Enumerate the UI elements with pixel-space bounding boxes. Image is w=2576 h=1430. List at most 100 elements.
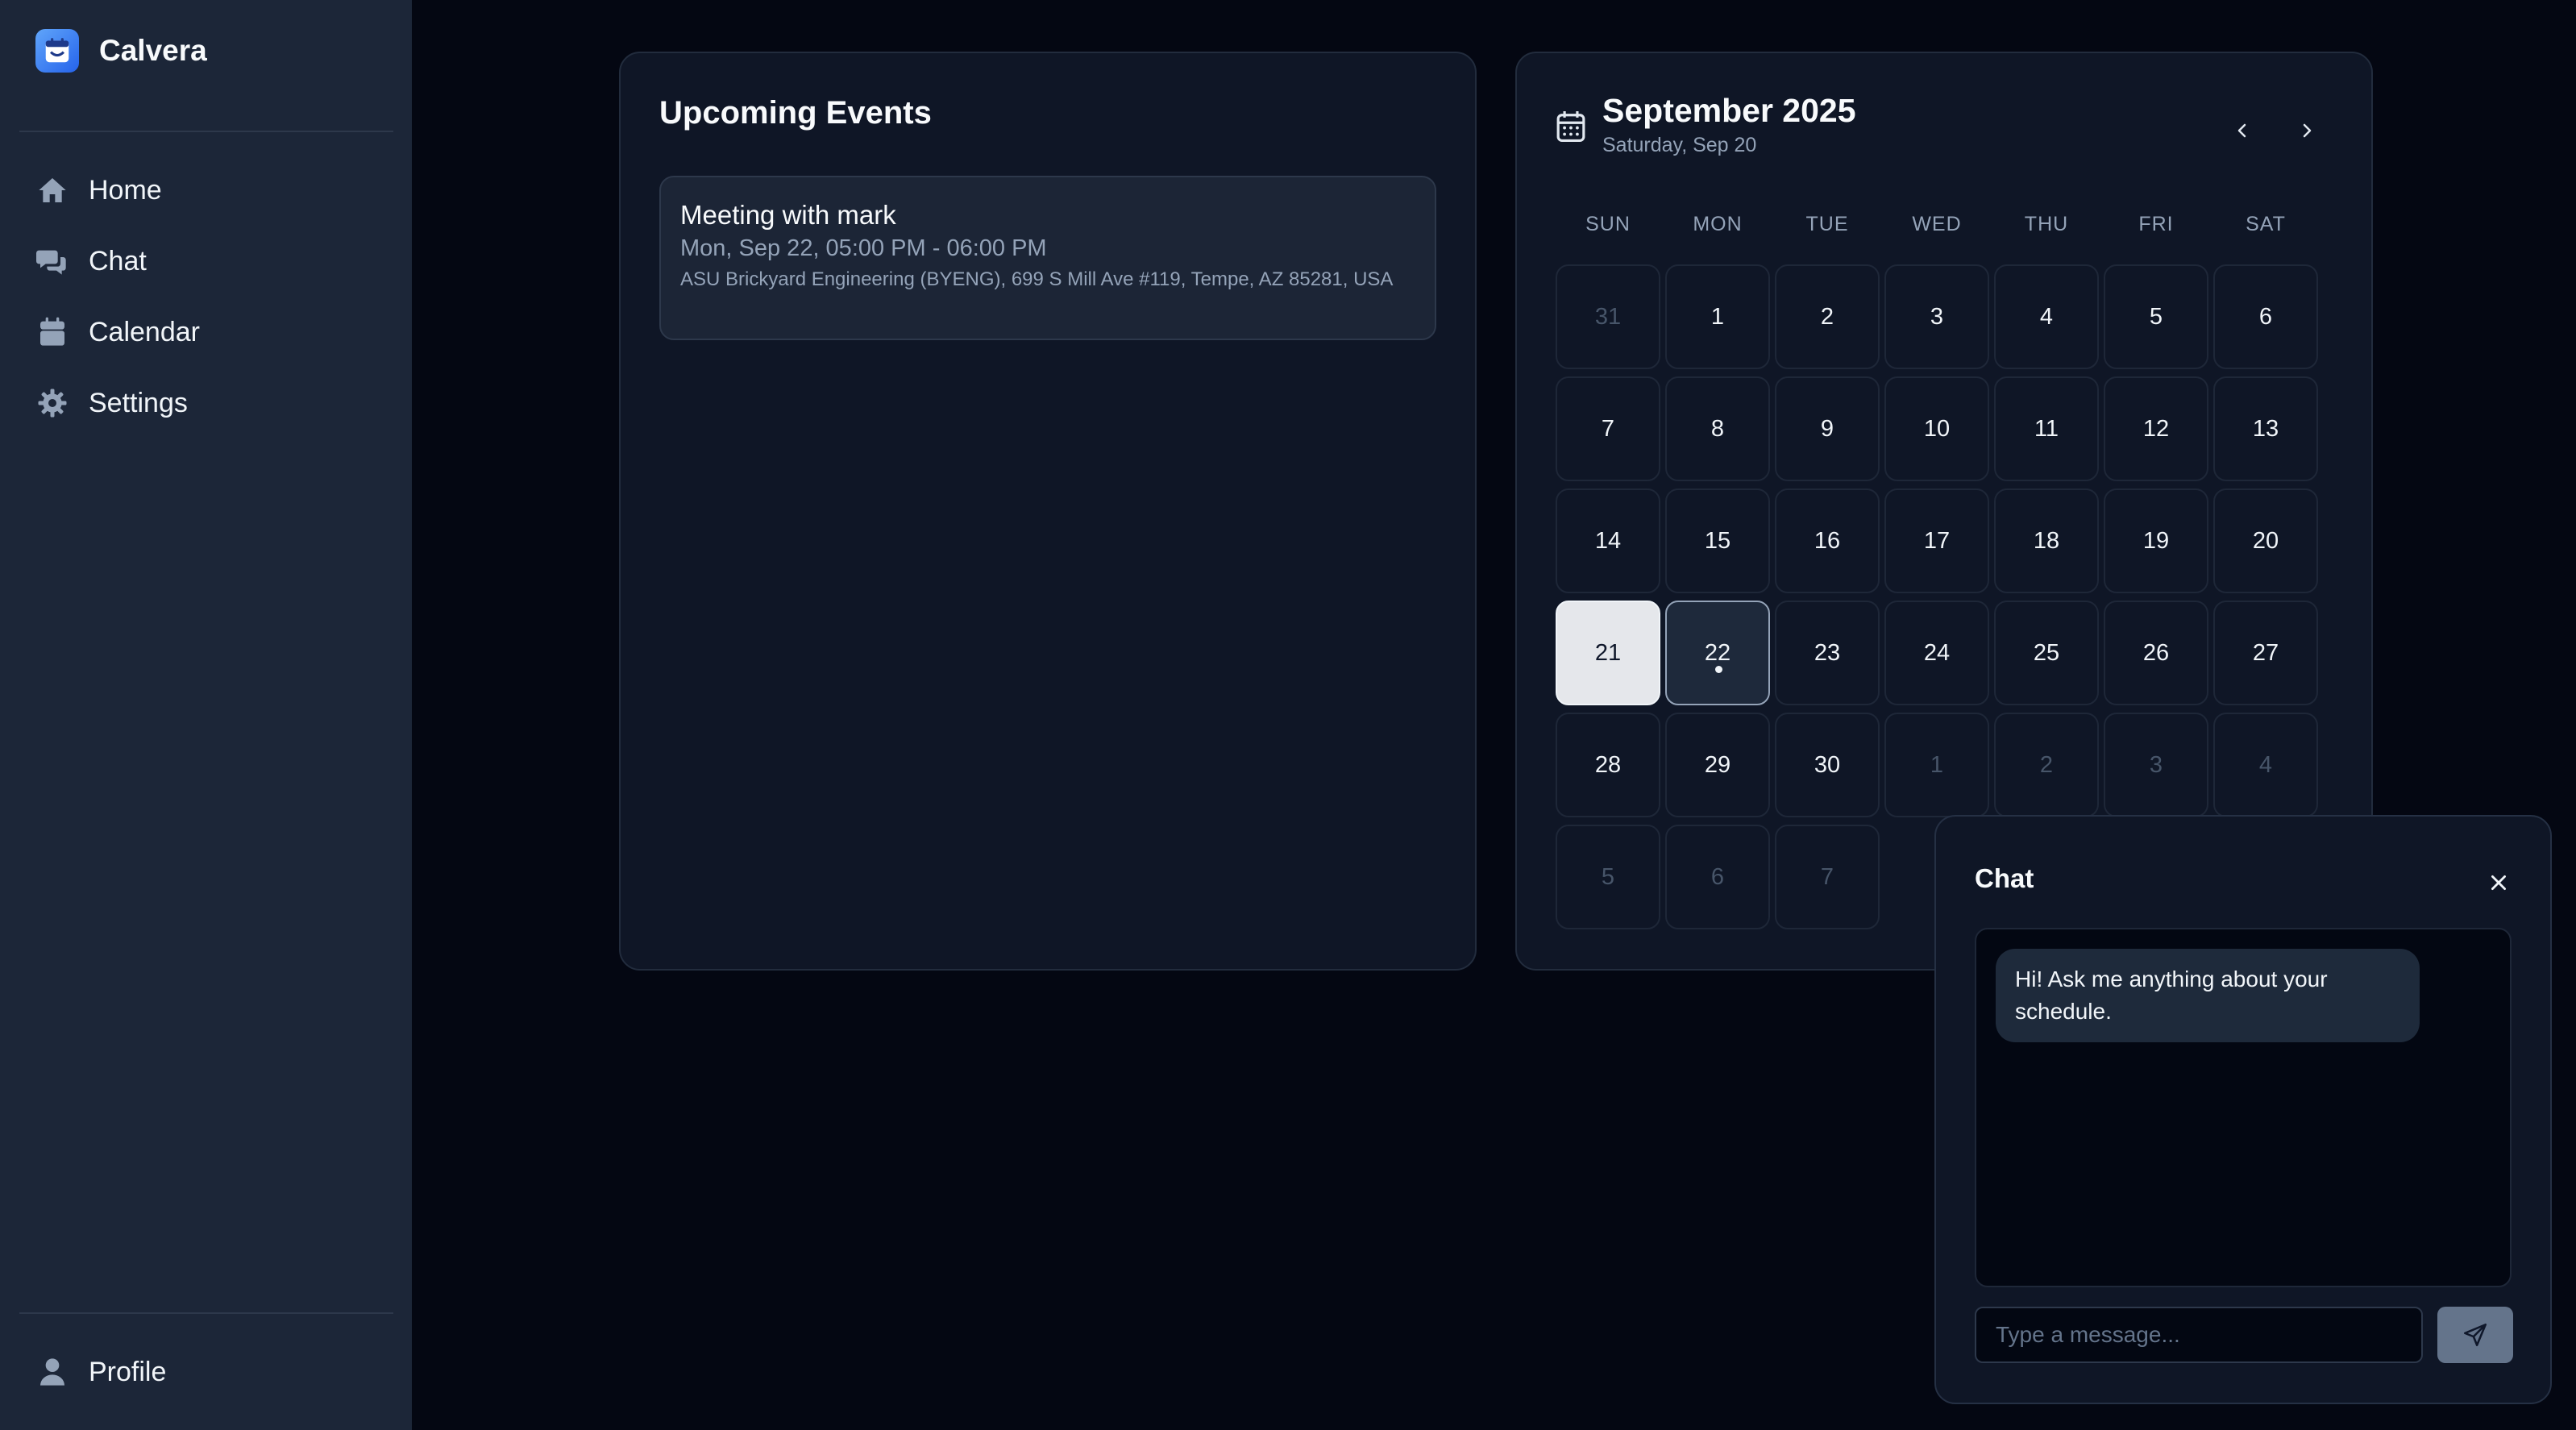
calendar-day[interactable]: 10 [1884,376,1989,481]
chat-popup: Chat Hi! Ask me anything about your sche… [1934,815,2552,1404]
calendar-day[interactable]: 11 [1994,376,2099,481]
calendar-day[interactable]: 26 [2104,601,2208,705]
weekday-header: WED [1912,213,1962,235]
calendar-day-number: 25 [2033,639,2060,666]
calendar-day[interactable]: 24 [1884,601,1989,705]
calendar-day[interactable]: 17 [1884,488,1989,593]
chat-icon [34,243,71,280]
next-month-button[interactable] [2284,108,2329,153]
calendar-day-number: 3 [1930,303,1944,330]
calendar-day[interactable]: 23 [1775,601,1880,705]
chevron-left-icon [2237,123,2246,138]
calendar-day[interactable]: 25 [1994,601,2099,705]
sidebar-divider-bottom [19,1312,393,1314]
calendar-day-number: 24 [1923,639,1951,666]
sidebar-item-label: Home [89,174,162,206]
sidebar-item-settings[interactable]: Settings [19,371,393,435]
calendar-day[interactable]: 9 [1775,376,1880,481]
weekday-header: SAT [2246,213,2286,235]
calendar-day-number: 14 [1594,527,1622,554]
send-icon [2463,1323,2487,1347]
event-title: Meeting with mark [680,200,896,230]
calendar-day-number: 4 [2258,751,2273,778]
calendar-day[interactable]: 2 [1994,713,2099,817]
calendar-day-number: 2 [2039,751,2054,778]
close-chat-button[interactable] [2479,863,2518,902]
calendar-day[interactable]: 13 [2213,376,2318,481]
calendar-day[interactable]: 22 [1665,601,1770,705]
calendar-icon [1556,110,1586,148]
calendar-day[interactable]: 1 [1665,264,1770,369]
send-button[interactable] [2437,1307,2513,1363]
calendar-selected-date: Saturday, Sep 20 [1602,134,1757,156]
calendar-day[interactable]: 3 [2104,713,2208,817]
calendar-day-number: 3 [2149,751,2163,778]
sidebar-divider-top [19,131,393,132]
calendar-day[interactable]: 27 [2213,601,2318,705]
calendar-day[interactable]: 20 [2213,488,2318,593]
calendar-day[interactable]: 8 [1665,376,1770,481]
calendar-day-number: 20 [2252,527,2279,554]
app-name: Calvera [99,34,207,67]
calendar-day[interactable]: 19 [2104,488,2208,593]
calendar-icon [34,314,71,351]
chevron-right-icon [2303,123,2312,138]
chat-messages: Hi! Ask me anything about your schedule. [1975,928,2512,1287]
close-icon [2491,875,2506,890]
sidebar-item-calendar[interactable]: Calendar [19,300,393,364]
calendar-day[interactable]: 30 [1775,713,1880,817]
weekday-header: TUE [1805,213,1849,235]
calendar-day-number: 29 [1704,751,1731,778]
calendar-day-number: 5 [2149,303,2163,330]
sidebar-item-label: Calendar [89,316,200,347]
calendar-day-number: 2 [1820,303,1834,330]
calendar-day-number: 16 [1814,527,1841,554]
calendar-day-number: 19 [2142,527,2170,554]
home-icon [34,172,71,209]
calendar-day-number: 6 [2258,303,2273,330]
sidebar-item-home[interactable]: Home [19,158,393,222]
calendar-day[interactable]: 4 [1994,264,2099,369]
calendar-day[interactable]: 3 [1884,264,1989,369]
weekday-header: THU [2024,213,2069,235]
calendar-day-number: 13 [2252,415,2279,442]
calendar-day[interactable]: 31 [1556,264,1660,369]
prev-month-button[interactable] [2220,108,2265,153]
calendar-day[interactable]: 18 [1994,488,2099,593]
event-card[interactable]: Meeting with mark Mon, Sep 22, 05:00 PM … [659,176,1436,340]
calendar-day[interactable]: 6 [2213,264,2318,369]
user-icon [34,1353,71,1391]
calendar-day-number: 15 [1704,527,1731,554]
calendar-day-number: 28 [1594,751,1622,778]
calendar-day[interactable]: 15 [1665,488,1770,593]
calendar-day[interactable]: 7 [1556,376,1660,481]
calendar-day[interactable]: 1 [1884,713,1989,817]
weekday-header: MON [1693,213,1743,235]
calendar-day[interactable]: 2 [1775,264,1880,369]
calendar-day[interactable]: 5 [2104,264,2208,369]
calendar-day[interactable]: 14 [1556,488,1660,593]
calendar-day[interactable]: 4 [2213,713,2318,817]
calendar-day-number: 1 [1930,751,1944,778]
sidebar-item-label: Profile [89,1356,167,1387]
calendar-day-number: 11 [2034,415,2059,442]
calendar-day-number: 18 [2033,527,2060,554]
chat-message-input[interactable] [1975,1307,2423,1363]
sidebar-item-label: Chat [89,245,147,276]
calendar-day[interactable]: 12 [2104,376,2208,481]
sidebar-item-profile[interactable]: Profile [19,1340,393,1404]
brand[interactable]: Calvera [35,27,207,74]
calendar-day[interactable]: 5 [1556,825,1660,929]
calendar-day[interactable]: 28 [1556,713,1660,817]
event-time: Mon, Sep 22, 05:00 PM - 06:00 PM [680,235,1047,261]
sidebar-item-chat[interactable]: Chat [19,229,393,293]
calendar-day[interactable]: 6 [1665,825,1770,929]
calendar-day[interactable]: 29 [1665,713,1770,817]
calendar-day-number: 1 [1710,303,1725,330]
calendar-day[interactable]: 16 [1775,488,1880,593]
calendar-day[interactable]: 7 [1775,825,1880,929]
calendar-day[interactable]: 21 [1556,601,1660,705]
calendar-day-number: 27 [2252,639,2279,666]
calendar-day-number: 12 [2142,415,2170,442]
calendar-logo-icon [35,29,79,73]
